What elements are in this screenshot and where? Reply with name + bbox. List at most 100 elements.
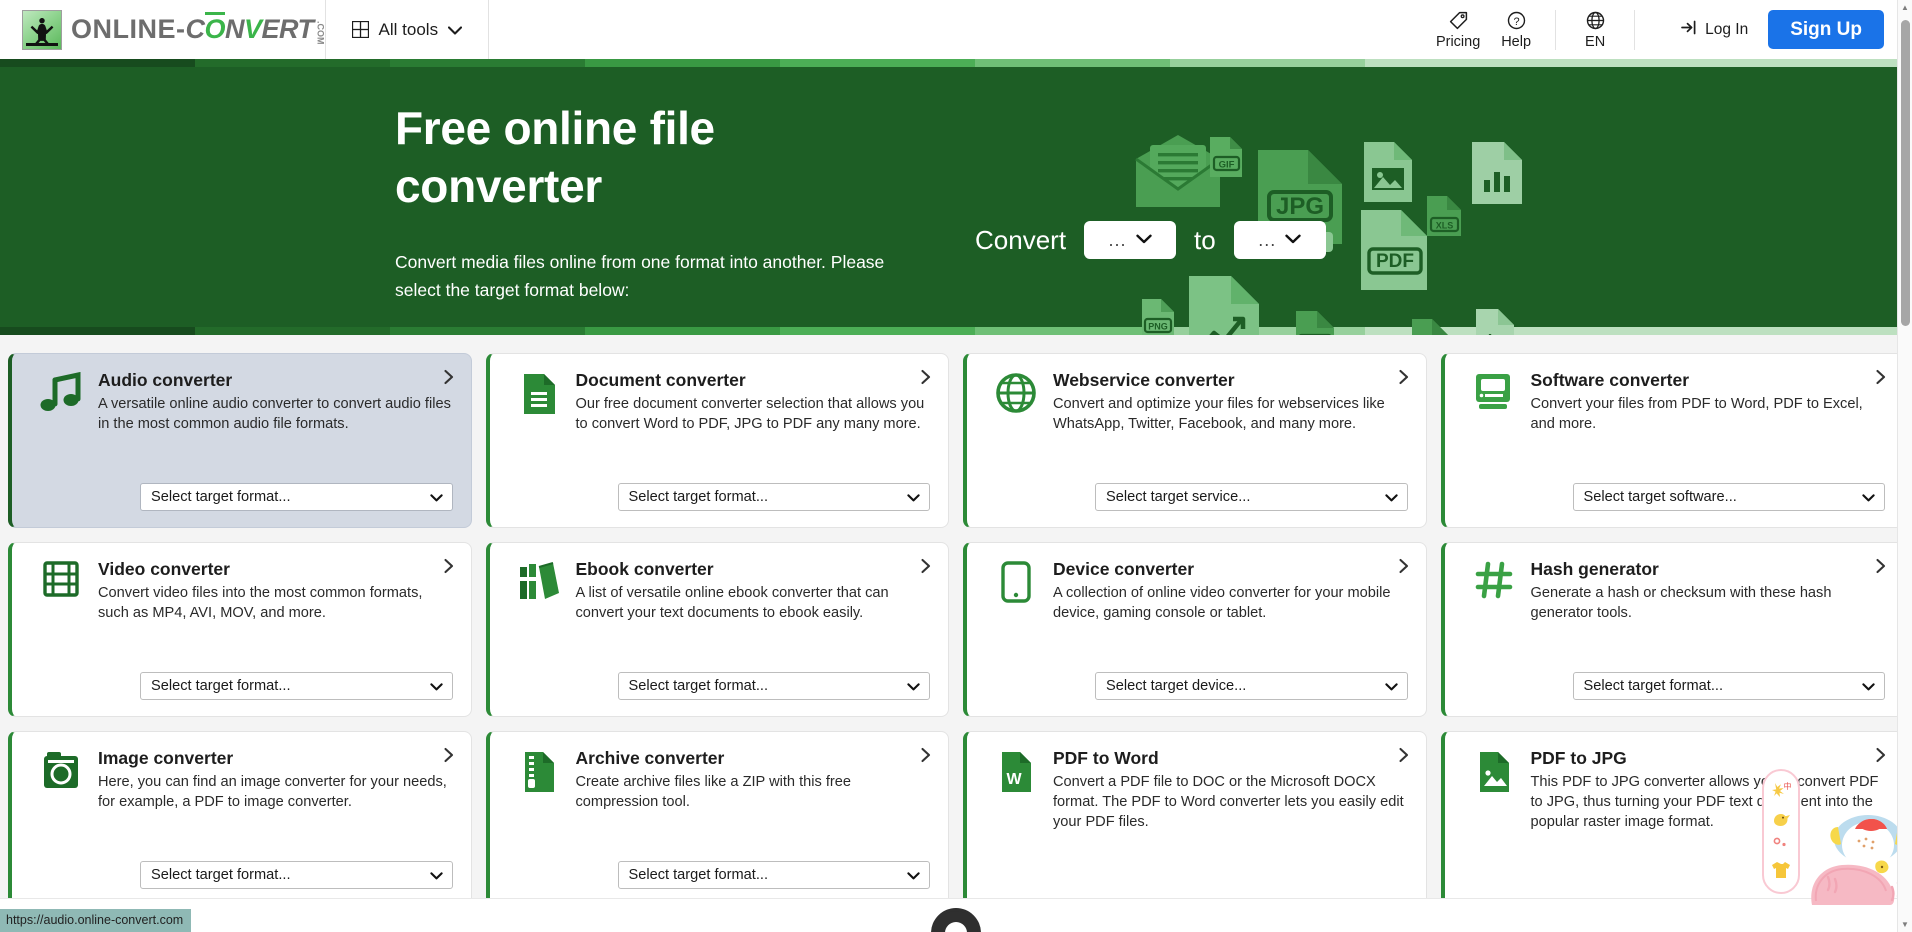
target-format-select[interactable]: Select target format...	[140, 861, 453, 889]
converter-card[interactable]: Image converterHere, you can find an ima…	[8, 731, 472, 906]
target-format-select[interactable]: Select target device...	[1095, 672, 1408, 700]
chevron-right-icon[interactable]	[1398, 747, 1410, 766]
chevron-down-icon	[1136, 231, 1152, 249]
chevron-right-icon[interactable]	[1398, 369, 1410, 388]
converter-card[interactable]: Archive converterCreate archive files li…	[486, 731, 950, 906]
target-format-select[interactable]: Select target format...	[140, 483, 453, 511]
converter-card-title: Device converter	[1053, 559, 1408, 580]
target-format-select[interactable]: Select target service...	[1095, 483, 1408, 511]
chevron-right-icon[interactable]	[1398, 558, 1410, 577]
duck-icon[interactable]	[1771, 809, 1791, 830]
target-format-value: Select target device...	[1106, 678, 1246, 694]
target-format-select[interactable]: Select target software...	[1573, 483, 1886, 511]
grid-icon	[352, 21, 369, 38]
converter-categories-section: Audio converterA versatile online audio …	[0, 335, 1912, 906]
target-format-value: Select target service...	[1106, 489, 1250, 505]
converter-card[interactable]: WPDF to WordConvert a PDF file to DOC or…	[963, 731, 1427, 906]
chevron-down-icon	[1285, 231, 1301, 249]
target-format-select[interactable]: Select target format...	[618, 861, 931, 889]
caret-up-icon[interactable]: ▲	[1898, 0, 1912, 15]
smartphone-icon	[985, 559, 1047, 702]
header-divider-4	[1634, 10, 1635, 50]
shirt-icon[interactable]	[1770, 860, 1792, 883]
help-link[interactable]: ? Help	[1487, 0, 1545, 59]
status-bar-url: https://audio.online-convert.com	[0, 909, 191, 932]
header-divider-2	[488, 0, 489, 59]
bubbles-icon[interactable]	[1771, 835, 1791, 854]
converter-card[interactable]: Audio converterA versatile online audio …	[8, 353, 472, 528]
target-format-select[interactable]: Select target format...	[1573, 672, 1886, 700]
converter-card-grid: Audio converterA versatile online audio …	[8, 353, 1904, 906]
chevron-down-icon	[907, 679, 920, 694]
language-label: EN	[1585, 34, 1605, 50]
source-format-select[interactable]: ...	[1084, 221, 1176, 259]
chevron-right-icon[interactable]	[443, 558, 455, 577]
hash-icon	[1463, 559, 1525, 702]
converter-card[interactable]: Device converterA collection of online v…	[963, 542, 1427, 717]
chevron-down-icon	[907, 490, 920, 505]
chevron-right-icon[interactable]	[920, 558, 932, 577]
chevron-down-icon	[1385, 490, 1398, 505]
mascot-icon-rail[interactable]: 中	[1762, 769, 1800, 894]
chevron-down-icon	[907, 868, 920, 883]
chevron-right-icon[interactable]	[1875, 558, 1887, 577]
converter-card-description: Convert and optimize your files for webs…	[1053, 394, 1408, 434]
site-logo[interactable]: ONLINE-CONVERT.COM	[0, 0, 325, 59]
chevron-down-icon	[1862, 490, 1875, 505]
converter-card-description: Our free document converter selection th…	[576, 394, 931, 434]
chevron-right-icon[interactable]	[1875, 369, 1887, 388]
word-file-icon: W	[985, 748, 1047, 891]
converter-card[interactable]: Video converterConvert video files into …	[8, 542, 472, 717]
target-format-select[interactable]: Select target format...	[618, 672, 931, 700]
hero-content: Free online file converter Convert media…	[0, 59, 1912, 305]
converter-card-description: A versatile online audio converter to co…	[98, 394, 453, 434]
pricing-link[interactable]: Pricing	[1429, 0, 1487, 59]
help-label: Help	[1501, 34, 1531, 50]
target-format-value: Select target software...	[1584, 489, 1737, 505]
caret-down-icon[interactable]: ▼	[1898, 917, 1912, 932]
converter-card[interactable]: Ebook converterA list of versatile onlin…	[486, 542, 950, 717]
converter-card[interactable]: Webservice converterConvert and optimize…	[963, 353, 1427, 528]
page-bottom-peek	[0, 898, 1912, 932]
hero-text-block: Free online file converter Convert media…	[395, 99, 975, 305]
converter-card[interactable]: Hash generatorGenerate a hash or checksu…	[1441, 542, 1905, 717]
target-format-select[interactable]: ...	[1234, 221, 1326, 259]
all-tools-menu-button[interactable]: All tools	[326, 0, 489, 59]
sleeping-character-icon[interactable]	[1802, 801, 1910, 914]
image-file-icon	[1463, 748, 1525, 891]
chevron-right-icon[interactable]	[1875, 747, 1887, 766]
zip-file-icon	[508, 748, 570, 891]
peek-logo-icon	[934, 911, 978, 932]
converter-card[interactable]: Software converterConvert your files fro…	[1441, 353, 1905, 528]
converter-card-description: Convert a PDF file to DOC or the Microso…	[1053, 772, 1408, 832]
target-format-select[interactable]: Select target format...	[140, 672, 453, 700]
document-file-icon	[508, 370, 570, 513]
login-button[interactable]: Log In	[1681, 20, 1748, 40]
converter-card-title: Document converter	[576, 370, 931, 391]
signup-button[interactable]: Sign Up	[1768, 10, 1884, 50]
top-navigation-bar: ONLINE-CONVERT.COM All tools Pri	[0, 0, 1912, 59]
tiff-file-icon: TIFF	[1410, 317, 1450, 335]
language-selector[interactable]: EN	[1566, 0, 1624, 59]
target-format-select[interactable]: Select target format...	[618, 483, 931, 511]
chevron-down-icon	[430, 679, 443, 694]
page-scrollbar[interactable]: ▲ ▼	[1897, 0, 1912, 932]
converter-card-description: A list of versatile online ebook convert…	[576, 583, 931, 623]
scrollbar-thumb[interactable]	[1901, 20, 1910, 326]
logo-mark-icon	[22, 10, 62, 50]
converter-card-description: Create archive files like a ZIP with thi…	[576, 772, 931, 812]
chevron-right-icon[interactable]	[920, 369, 932, 388]
login-label: Log In	[1705, 21, 1748, 39]
target-format-value: Select target format...	[151, 867, 291, 883]
chevron-right-icon[interactable]	[443, 369, 455, 388]
chevron-right-icon[interactable]	[920, 747, 932, 766]
target-format-value: Select target format...	[629, 867, 769, 883]
chevron-down-icon	[448, 20, 462, 40]
chevron-right-icon[interactable]	[443, 747, 455, 766]
sparkle-chinese-icon[interactable]: 中	[1771, 780, 1791, 803]
mascot-widget[interactable]: 中	[1762, 769, 1912, 914]
converter-card[interactable]: Document converter Our free document conv…	[486, 353, 950, 528]
monitor-icon	[1463, 370, 1525, 513]
tag-icon	[1449, 10, 1468, 32]
target-format-value: Select target format...	[151, 678, 291, 694]
